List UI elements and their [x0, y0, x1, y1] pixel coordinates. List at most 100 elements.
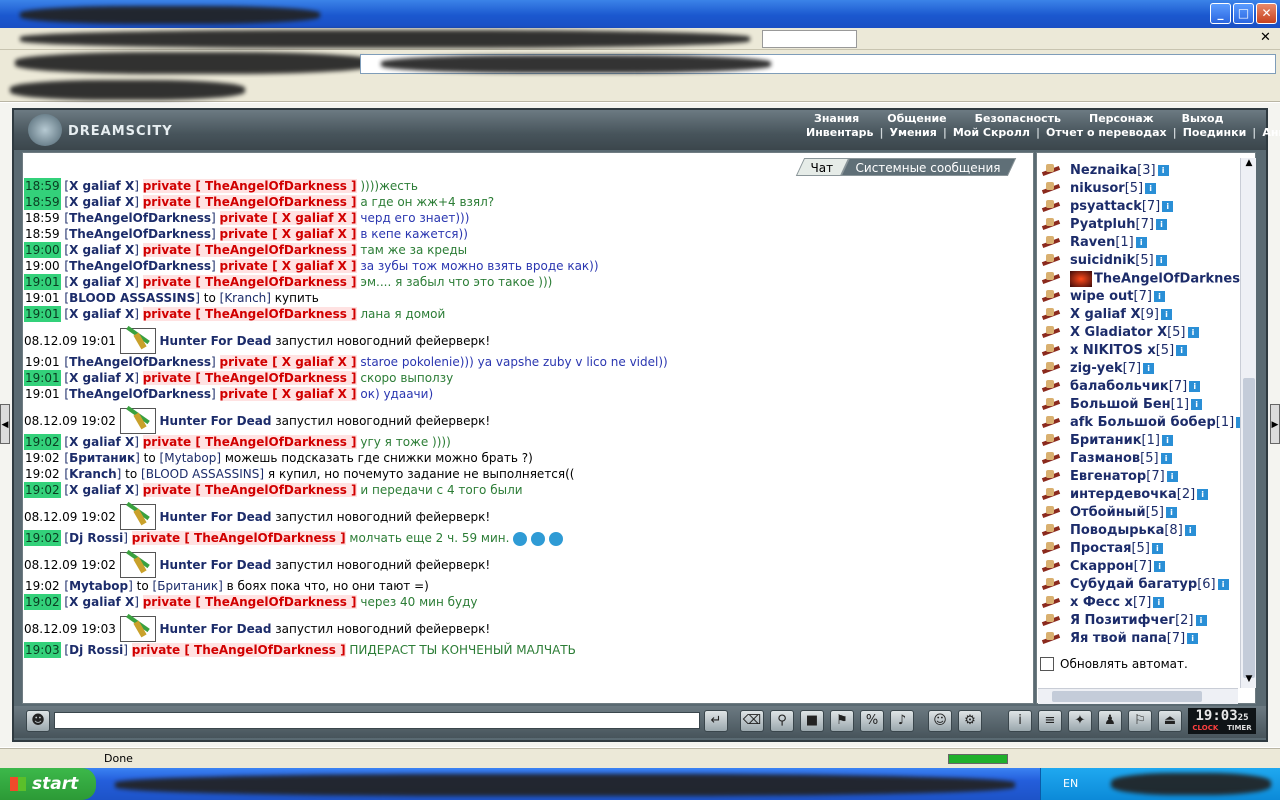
sender-name[interactable]: TheAngelOfDarkness [69, 355, 211, 369]
info-icon[interactable]: i [1161, 435, 1173, 446]
private-recipient[interactable]: private [ TheAngelOfDarkness ] [142, 195, 357, 209]
user-list-item[interactable]: Простая[5] i [1036, 540, 1240, 558]
private-recipient[interactable]: private [ X galiaf X ] [219, 355, 357, 369]
info-icon[interactable]: i [1176, 345, 1188, 356]
sword-icon[interactable] [1042, 614, 1062, 628]
info-icon[interactable]: i [1153, 291, 1165, 302]
smile-icon[interactable]: ☺ [928, 710, 952, 732]
sword-icon[interactable] [1042, 398, 1062, 412]
sender-name[interactable]: Mytabop [69, 579, 128, 593]
eraser-icon[interactable]: ⌫ [740, 710, 764, 732]
search-box[interactable] [762, 30, 857, 48]
user-name[interactable]: балабольчик[7] i [1070, 379, 1201, 394]
user-list-item[interactable]: Neznaika[3] i [1036, 162, 1240, 180]
player-name[interactable]: Hunter For Dead [159, 414, 271, 428]
settings-icon[interactable]: ⚙ [958, 710, 982, 732]
recipient-name[interactable]: Kranch [224, 291, 266, 305]
player-name[interactable]: Hunter For Dead [159, 334, 271, 348]
info-icon[interactable]: i [1160, 309, 1172, 320]
user-list-item[interactable]: suicidnik[5] i [1036, 252, 1240, 270]
sword-icon[interactable] [1042, 164, 1062, 178]
info-icon[interactable]: i [1217, 579, 1229, 590]
menu-item[interactable]: Общение [873, 112, 960, 125]
info-icon[interactable]: i [1191, 399, 1203, 410]
menu-item[interactable]: Анкета [1256, 126, 1280, 139]
flag-icon[interactable]: ⚐ [1128, 710, 1152, 732]
info-icon[interactable]: i [1165, 507, 1177, 518]
user-name[interactable]: suicidnik[5] i [1070, 253, 1167, 268]
sword-icon[interactable] [1042, 524, 1062, 538]
private-recipient[interactable]: private [ TheAngelOfDarkness ] [131, 643, 346, 657]
user-name[interactable]: Субудай багатур[6] i [1070, 577, 1229, 592]
info-icon[interactable]: i [1166, 471, 1178, 482]
sender-name[interactable]: X galiaf X [69, 371, 134, 385]
info-icon[interactable]: i [1197, 489, 1209, 500]
menu-item[interactable]: Выход [1168, 112, 1238, 125]
private-recipient[interactable]: private [ X galiaf X ] [219, 211, 357, 225]
user-name[interactable]: Евгенатор[7] i [1070, 469, 1178, 484]
right-panel-toggle[interactable]: ▶ [1270, 404, 1280, 444]
user-name[interactable]: afk Большой бобер[1]i [1070, 415, 1240, 430]
player-name[interactable]: Hunter For Dead [159, 622, 271, 636]
save-icon[interactable]: ■ [800, 710, 824, 732]
sender-name[interactable]: TheAngelOfDarkness [69, 211, 211, 225]
private-recipient[interactable]: private [ TheAngelOfDarkness ] [142, 371, 357, 385]
info-icon[interactable]: i [1155, 255, 1167, 266]
percent-icon[interactable]: % [860, 710, 884, 732]
sender-name[interactable]: X galiaf X [69, 435, 134, 449]
user-name[interactable]: Я Позитифчег[2] i [1070, 613, 1207, 628]
user-name[interactable]: x Фесс x[7] i [1070, 595, 1165, 610]
menu-item[interactable]: Умения [884, 126, 943, 139]
private-recipient[interactable]: private [ TheAngelOfDarkness ] [142, 307, 357, 321]
recipient-name[interactable]: Британик [157, 579, 218, 593]
sword-icon[interactable] [1042, 362, 1062, 376]
user-list-item[interactable]: nikusor[5] i [1036, 180, 1240, 198]
sword-icon[interactable] [1042, 470, 1062, 484]
sender-name[interactable]: X galiaf X [69, 275, 134, 289]
info-icon[interactable]: i [1153, 597, 1165, 608]
menu-item[interactable]: Мой Скролл [947, 126, 1036, 139]
info-icon[interactable]: i [1143, 363, 1155, 374]
sender-name[interactable]: X galiaf X [69, 243, 134, 257]
close-button[interactable]: ✕ [1256, 3, 1277, 24]
sender-name[interactable]: X galiaf X [69, 595, 134, 609]
user-list-item[interactable]: Скаррон[7] i [1036, 558, 1240, 576]
user-name[interactable]: Британик[1] i [1070, 433, 1173, 448]
private-recipient[interactable]: private [ TheAngelOfDarkness ] [142, 483, 357, 497]
sender-name[interactable]: TheAngelOfDarkness [69, 259, 211, 273]
private-recipient[interactable]: private [ X galiaf X ] [219, 259, 357, 273]
sword-icon[interactable] [1042, 272, 1062, 286]
private-recipient[interactable]: private [ TheAngelOfDarkness ] [142, 435, 357, 449]
maximize-button[interactable]: □ [1233, 3, 1254, 24]
info-icon[interactable]: i [1151, 543, 1163, 554]
info-icon[interactable]: i [1157, 165, 1169, 176]
user-list-vscroll[interactable]: ▲ ▼ [1240, 158, 1256, 688]
user-name[interactable]: Отбойный[5] i [1070, 505, 1177, 520]
user-name[interactable]: Скаррон[7] i [1070, 559, 1166, 574]
user-list-item[interactable]: Поводырька[8] i [1036, 522, 1240, 540]
recipient-name[interactable]: Mytabop [164, 451, 216, 465]
chat-person-icon[interactable]: ☻ [26, 710, 50, 732]
sender-name[interactable]: X galiaf X [69, 195, 134, 209]
private-recipient[interactable]: private [ TheAngelOfDarkness ] [131, 531, 346, 545]
private-recipient[interactable]: private [ X galiaf X ] [219, 227, 357, 241]
user-name[interactable]: интердевочка[2] i [1070, 487, 1209, 502]
sender-name[interactable]: X galiaf X [69, 179, 134, 193]
sender-name[interactable]: Kranch [69, 467, 117, 481]
private-recipient[interactable]: private [ TheAngelOfDarkness ] [142, 243, 357, 257]
user-list-item[interactable]: Raven[1] i [1036, 234, 1240, 252]
sword-icon[interactable] [1042, 344, 1062, 358]
sender-name[interactable]: Британик [69, 451, 135, 465]
sword-icon[interactable] [1042, 542, 1062, 556]
sword-icon[interactable] [1042, 200, 1062, 214]
sender-name[interactable]: X galiaf X [69, 483, 134, 497]
info-icon[interactable]: i [1145, 183, 1157, 194]
sender-name[interactable]: Dj Rossi [69, 643, 123, 657]
user-list-item[interactable]: X Gladiator X[5] i [1036, 324, 1240, 342]
sender-name[interactable]: Dj Rossi [69, 531, 123, 545]
user-list-item[interactable]: x NIKITOS x[5] i [1036, 342, 1240, 360]
info-icon[interactable]: i [1195, 615, 1207, 626]
info-icon[interactable]: i [1162, 201, 1174, 212]
menu-item[interactable]: Отчет о переводах [1040, 126, 1173, 139]
info-icon[interactable]: i [1135, 237, 1147, 248]
